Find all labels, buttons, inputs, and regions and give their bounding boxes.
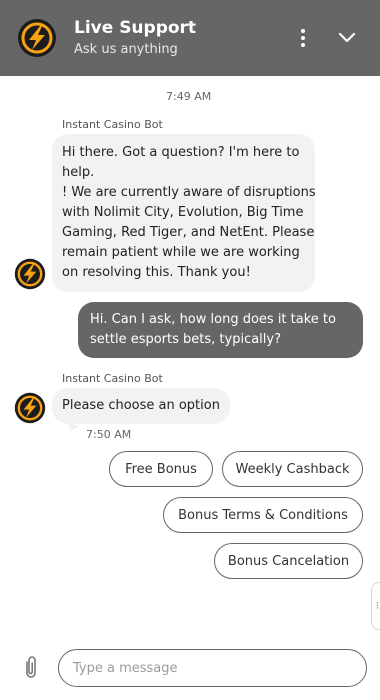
bot-message: Please choose an option	[52, 388, 230, 424]
bot-name: Instant Casino Bot	[62, 118, 163, 131]
option-weekly-cashback[interactable]: Weekly Cashback	[222, 451, 363, 487]
bot-name: Instant Casino Bot	[62, 372, 163, 385]
message-line: with Nolimit City, Evolution, Big Time	[62, 205, 304, 220]
message-input[interactable]	[58, 649, 367, 687]
kebab-menu-icon[interactable]	[292, 26, 314, 50]
message-line: Hi. Can I ask, how long does it take to	[90, 312, 336, 327]
timestamp: 7:50 AM	[86, 428, 132, 441]
message-line: help.	[62, 165, 95, 180]
option-bonus-terms[interactable]: Bonus Terms & Conditions	[163, 497, 363, 533]
header-title: Live Support	[74, 18, 197, 38]
message-line: remain patient while we are working	[62, 245, 300, 260]
message-line: Gaming, Red Tiger, and NetEnt. Please	[62, 225, 315, 240]
header-subtitle: Ask us anything	[74, 42, 178, 57]
chat-header: Live Support Ask us anything	[0, 0, 380, 76]
message-line: Please choose an option	[62, 398, 220, 413]
message-line: Hi there. Got a question? I'm here to	[62, 145, 300, 160]
bot-message: Hi there. Got a question? I'm here to he…	[52, 134, 316, 292]
message-line: on resolving this. Thank you!	[62, 265, 251, 280]
lightning-bolt-logo-icon	[18, 19, 56, 57]
side-tab[interactable]: ⁝	[371, 582, 380, 630]
message-line: ! We are currently aware of disruptions	[62, 185, 316, 200]
message-line: settle esports bets, typically?	[90, 332, 282, 347]
paperclip-icon[interactable]	[20, 654, 42, 680]
user-message: Hi. Can I ask, how long does it take to …	[78, 302, 363, 358]
lightning-bolt-logo-icon	[14, 392, 46, 424]
timestamp: 7:49 AM	[166, 90, 212, 103]
chevron-down-icon[interactable]	[334, 26, 360, 50]
lightning-bolt-logo-icon	[14, 258, 46, 290]
option-bonus-cancelation[interactable]: Bonus Cancelation	[214, 543, 363, 579]
option-free-bonus[interactable]: Free Bonus	[109, 451, 213, 487]
